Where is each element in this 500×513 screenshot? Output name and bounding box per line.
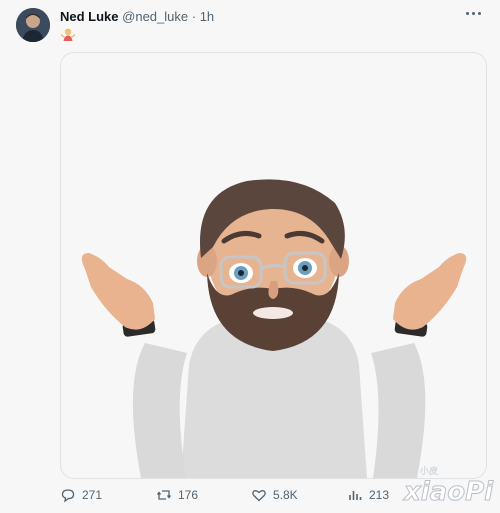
repost-count: 176 (178, 488, 199, 502)
watermark-small-text: 小皮 (420, 465, 438, 477)
reply-icon (61, 489, 75, 503)
timestamp[interactable]: 1h (200, 9, 214, 24)
author-avatar[interactable] (16, 8, 50, 42)
watermark-text: xiaoPi (402, 477, 494, 507)
reply-count: 271 (82, 488, 103, 502)
heart-icon (252, 490, 266, 502)
repost-button[interactable]: 176 (156, 486, 198, 504)
memoji-shrug-illustration (81, 179, 467, 478)
like-count: 5.8K (273, 488, 298, 502)
separator-dot: · (191, 9, 197, 24)
author-handle[interactable]: @ned_luke (122, 9, 188, 24)
more-options-icon[interactable] (466, 10, 482, 16)
view-count: 213 (369, 488, 390, 502)
watermark-logo: 小皮 xiaoPi (402, 465, 495, 508)
like-button[interactable]: 5.8K (251, 486, 298, 504)
tweet-post[interactable]: Ned Luke @ned_luke · 1h 271 176 5.8K 213… (0, 0, 500, 513)
tweet-media-image[interactable] (60, 52, 487, 479)
reply-button[interactable]: 271 (60, 486, 102, 504)
tweet-header: Ned Luke @ned_luke · 1h (60, 9, 214, 25)
views-chart-icon (349, 491, 362, 500)
person-shrugging-emoji-icon (60, 28, 76, 41)
avatar-image (16, 8, 50, 42)
author-name[interactable]: Ned Luke (60, 9, 119, 24)
views-button[interactable]: 213 (347, 486, 389, 504)
repost-icon (156, 490, 172, 500)
